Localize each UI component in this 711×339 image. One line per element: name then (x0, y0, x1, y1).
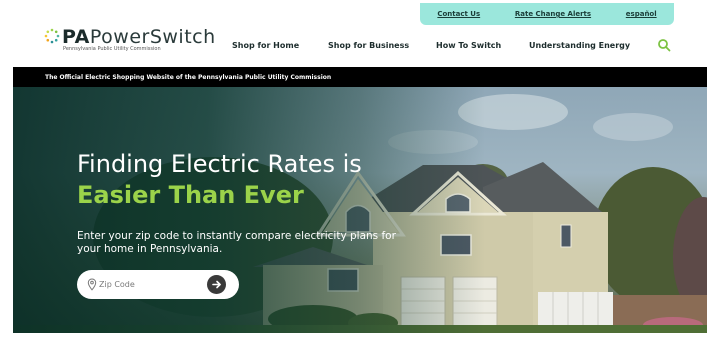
hero-banner: Finding Electric Rates is Easier Than Ev… (13, 87, 707, 333)
logo-name: PowerSwitch (89, 26, 216, 48)
arrow-right-icon (212, 280, 221, 289)
zip-search-form (77, 270, 239, 299)
hero-title-line1: Finding Electric Rates is (77, 150, 362, 178)
contact-us-link[interactable]: Contact Us (437, 10, 480, 18)
logo-pa: PA (62, 26, 90, 48)
dots-circle-icon (44, 28, 60, 44)
tagline-text: The Official Electric Shopping Website o… (45, 73, 332, 81)
logo-wordmark: PAPowerSwitch (62, 26, 216, 48)
hero-description: Enter your zip code to instantly compare… (77, 230, 396, 255)
logo-subtitle: Pennsylvania Public Utility Commission (63, 46, 161, 52)
tagline-band: The Official Electric Shopping Website o… (13, 67, 707, 87)
zip-submit-button[interactable] (207, 275, 226, 294)
search-icon[interactable] (657, 38, 671, 52)
nav-how-to-switch[interactable]: How To Switch (436, 41, 501, 50)
location-pin-icon (87, 278, 97, 291)
hero-title-line2: Easier Than Ever (77, 181, 304, 209)
zip-code-input[interactable] (99, 276, 199, 293)
nav-understanding-energy[interactable]: Understanding Energy (529, 41, 630, 50)
nav-shop-for-business[interactable]: Shop for Business (328, 41, 409, 50)
rate-change-alerts-link[interactable]: Rate Change Alerts (515, 10, 591, 18)
utility-bar: Contact Us Rate Change Alerts español (420, 3, 674, 25)
espanol-link[interactable]: español (626, 10, 657, 18)
nav-shop-for-home[interactable]: Shop for Home (232, 41, 299, 50)
